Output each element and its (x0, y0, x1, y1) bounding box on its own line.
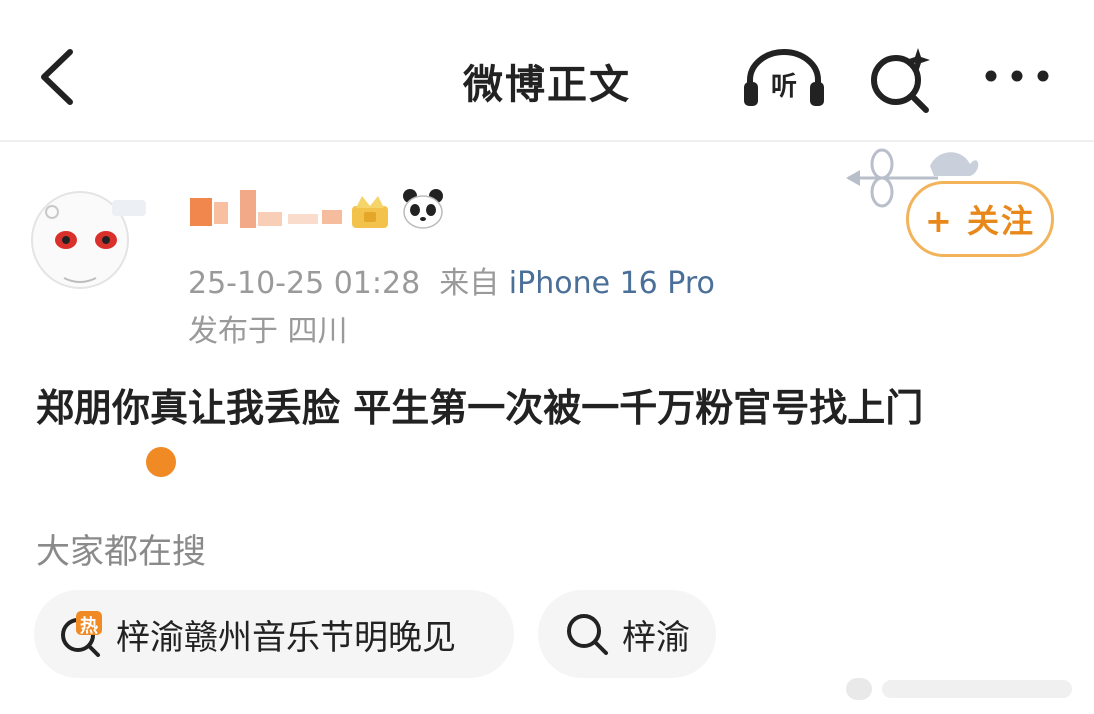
post-meta-time-source: 25-10-25 01:28 来自 iPhone 16 Pro (188, 258, 715, 302)
post-from-label: 来自 (439, 266, 500, 301)
search-icon[interactable] (866, 44, 936, 114)
hot-icon-text: 热 (80, 616, 98, 637)
top-navigation-bar: 微博正文 听 (0, 0, 1094, 142)
post-source-device[interactable]: iPhone 16 Pro (509, 266, 715, 301)
post-body-text: 郑朋你真让我丢脸 平生第一次被一千万粉官号找上门 (36, 386, 924, 430)
watermark-logo (846, 678, 1072, 700)
trending-search-label: 大家都在搜 (36, 532, 206, 572)
post-location: 发布于 四川 (188, 314, 348, 349)
listen-label: 听 (770, 72, 797, 102)
trending-chip-2[interactable]: 梓渝 (538, 590, 716, 678)
trending-chip-label: 梓渝赣州音乐节明晚见 (116, 617, 456, 658)
panda-badge-icon (403, 189, 443, 229)
avatar[interactable] (28, 182, 179, 480)
more-options-icon[interactable] (982, 58, 1052, 94)
follow-button[interactable]: + 关注 (906, 181, 1054, 257)
search-icon (567, 614, 608, 655)
listen-button[interactable]: 听 (742, 48, 826, 108)
trending-chip-1[interactable]: 热 梓渝赣州音乐节明晚见 (34, 590, 514, 678)
post-time: 25-10-25 01:28 (188, 266, 421, 301)
trending-chip-label: 梓渝 (622, 617, 690, 658)
verified-badge-icon (143, 444, 179, 480)
membership-badge-icon (352, 196, 388, 228)
hot-search-icon: 热 (58, 611, 104, 657)
